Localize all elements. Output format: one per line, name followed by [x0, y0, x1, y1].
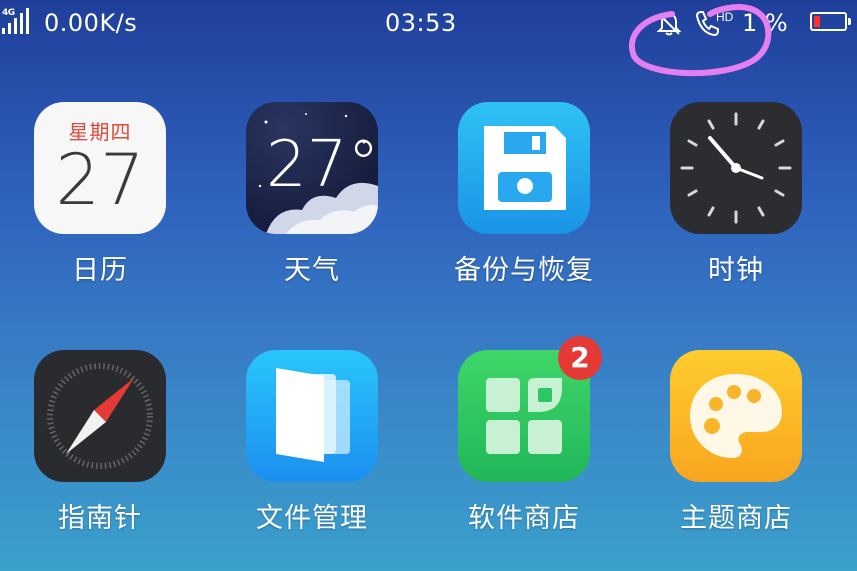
app-clock[interactable]: 时钟 — [651, 102, 821, 287]
app-compass[interactable]: 指南针 — [15, 350, 185, 535]
app-file-manager[interactable]: 文件管理 — [227, 350, 397, 535]
app-store-icon: 2 — [458, 336, 602, 482]
compass-icon — [34, 350, 166, 482]
palette-icon — [670, 350, 802, 482]
app-label: 时钟 — [708, 255, 764, 286]
battery-icon — [810, 12, 851, 31]
status-clock: 03:53 — [385, 9, 457, 37]
data-speed: 0.00K/s — [44, 9, 138, 37]
files-icon — [246, 350, 378, 482]
bell-muted-icon — [655, 10, 683, 38]
network-type: 4G — [2, 8, 15, 18]
app-label: 软件商店 — [468, 503, 580, 534]
battery-percent: 1 % — [742, 9, 788, 37]
app-label: 备份与恢复 — [454, 255, 594, 286]
app-label: 天气 — [284, 255, 340, 286]
app-theme-store[interactable]: 主题商店 — [651, 350, 821, 535]
app-software-store[interactable]: 2 软件商店 — [439, 336, 609, 535]
app-backup-restore[interactable]: 备份与恢复 — [439, 102, 609, 287]
weather-icon: 27° — [246, 102, 378, 234]
calendar-day: 27 — [55, 139, 145, 221]
battery-level-fill — [814, 16, 820, 27]
app-label: 主题商店 — [680, 503, 792, 534]
weather-temperature: 27° — [266, 128, 378, 202]
floppy-disk-icon — [458, 102, 590, 234]
signal-icon: 4G — [0, 6, 36, 36]
clock-icon — [670, 102, 802, 234]
status-bar: 4G 0.00K/s 03:53 HD 1 % — [0, 0, 857, 77]
hd-call-icon: HD — [693, 8, 733, 38]
app-weather[interactable]: 27° 天气 — [227, 102, 397, 287]
app-label: 文件管理 — [256, 503, 368, 534]
calendar-icon: 星期四 27 — [34, 102, 166, 234]
app-calendar[interactable]: 星期四 27 日历 — [15, 102, 185, 287]
hd-label: HD — [716, 10, 733, 24]
app-label: 指南针 — [58, 503, 142, 534]
app-label: 日历 — [72, 255, 128, 286]
notification-badge: 2 — [558, 336, 602, 380]
